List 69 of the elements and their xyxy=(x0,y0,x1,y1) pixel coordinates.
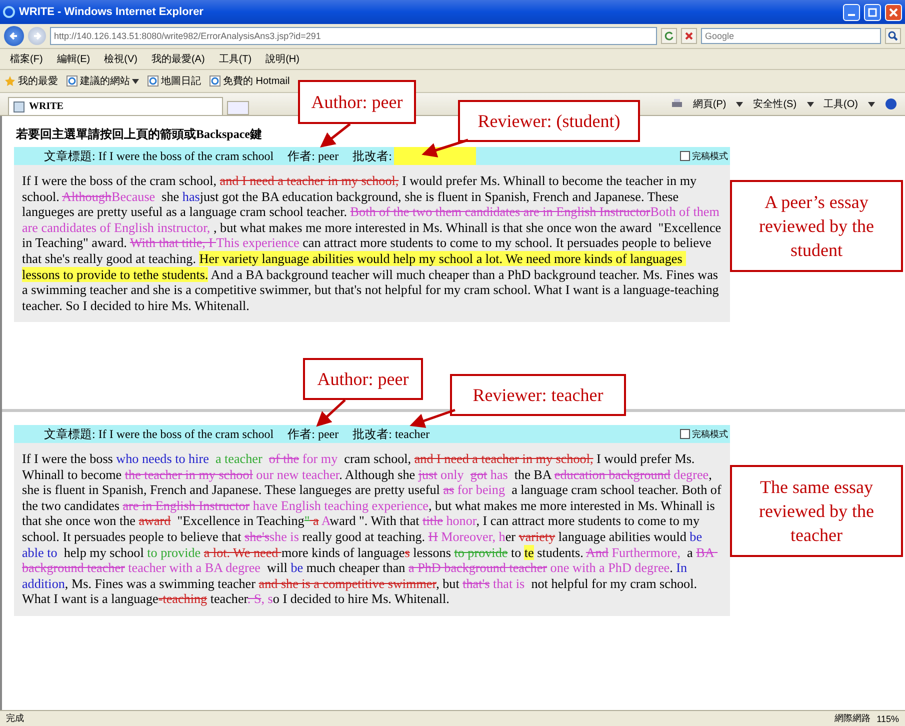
command-menu[interactable]: 網頁(P) xyxy=(692,97,726,111)
maximize-button[interactable] xyxy=(864,4,881,20)
caret-icon[interactable] xyxy=(806,102,814,106)
annotation-callout: Author: peer xyxy=(298,80,416,124)
favorite-link[interactable]: 建議的網站 xyxy=(66,74,139,88)
close-icon xyxy=(684,31,694,41)
annotation-callout: Author: peer xyxy=(303,358,423,400)
star-icon xyxy=(4,75,16,87)
page-icon xyxy=(13,100,25,112)
annotation-arrow xyxy=(410,408,456,428)
zoom-level[interactable]: 115% xyxy=(876,714,899,724)
forward-arrow-icon xyxy=(32,31,42,41)
annotation-callout: A peer’s essay reviewed by the student xyxy=(730,180,903,272)
command-menu[interactable]: 工具(O) xyxy=(824,97,858,111)
menu-item[interactable]: 檢視(V) xyxy=(104,52,138,66)
minimize-icon xyxy=(848,14,855,16)
annotation-arrow xyxy=(422,138,468,158)
maximize-icon xyxy=(868,8,877,16)
annotation-callout: Reviewer: (student) xyxy=(458,100,640,142)
essay-text: If I were the boss who needs to hire a teacher of the for my cram school, and I need a teacher in my school, I would prefer Ms. Whinall to become the teacher in my school our new teacher. Although she just only got has the BA education background degree, she is fluent in Spanish, French and Japanese. These langueges are pretty useful as for being a language cram school teacher. Both of the two candidates are in English Instructor have English teaching experience, but what makes me more interested in Ms. Whinall is that she once won the award "Excellence in Teaching" a Award ". With that title honor, I can attract more students to come to my school. It persuades people to believe that she'sshe is really good at teaching. H Moreover, her variety language abilities would be able to help my school to provide a lot. We need more kinds of languages lessons to provide to te students. And Furthermore, a BA background teacher teacher with a BA degree will be much cheaper than a PhD background teacher one with a PhD degree. In addition, Ms. Fines was a swimming teacher and she is a competitive swimmer, but that's that is not helpful for my cram school. What I want is a language-teaching teacher. S, so I decided to hire Ms. Whitenall. xyxy=(14,443,730,616)
menu-item[interactable]: 工具(T) xyxy=(218,52,252,66)
menu-item[interactable]: 檔案(F) xyxy=(10,52,43,66)
checkbox-label: 完稿模式 xyxy=(692,150,728,162)
favorites-button[interactable]: 我的最愛 xyxy=(4,74,58,88)
favorite-link[interactable]: 免費的 Hotmail xyxy=(209,74,290,88)
checkbox[interactable] xyxy=(680,429,690,439)
author-label: 作者: peer xyxy=(288,426,339,442)
caret-icon[interactable] xyxy=(736,102,744,106)
notice-text: 若要回主選單請按回上頁的箭頭或Backspace鍵 xyxy=(16,126,262,143)
page-icon xyxy=(209,75,221,87)
search-field[interactable]: Google xyxy=(701,28,881,44)
essay-text: If I were the boss of the cram school, and I need a teacher in my school, I would prefer Ms. Whinall to become the teacher in my school. AlthoughBecause she hasjust got the BA education background, she is fluent in Spanish, French and Japanese. These langueges are pretty useful as a language cram school teacher. Both of the two them candidates are in English InstructorBoth of them are candidates of English instructor, , but what makes me more interested in Ms. Whinall is that she once won the award "Excellence in Teaching" award. With that title, I This experience can attract more students to come to my school. It persuades people to believe that she's really good at teaching. Her variety language abilities would help my school a lot. We need more kinds of languages lessons to provide to tethe students. And a BA background teacher will much cheaper than a PhD background teacher. Ms. Fines was a swimming teacher and she is a competitive swimmer, but that's not helpful for my cram school. What I want is a language-teaching teacher. So I decided to hire Ms. Whitenall. xyxy=(14,165,730,322)
browser-tab[interactable]: WRITE xyxy=(8,97,223,115)
annotation-arrow xyxy=(320,123,351,148)
page-icon xyxy=(66,75,78,87)
author-label: 作者: peer xyxy=(288,148,339,164)
address-field[interactable]: http://140.126.143.51:8080/write982/ErrorAnalysisAns3.jsp?id=291 xyxy=(50,27,657,45)
window-title: WRITE - Windows Internet Explorer xyxy=(19,6,204,18)
annotation-arrow xyxy=(316,399,346,427)
essay-title: 文章標題: If I were the boss of the cram school xyxy=(44,148,274,164)
reviewer-label: 批改者: teacher xyxy=(352,426,430,442)
search-button[interactable] xyxy=(885,28,901,44)
menu-item[interactable]: 說明(H) xyxy=(266,52,300,66)
status-text: 完成 xyxy=(6,712,24,725)
checkbox-label: 完稿模式 xyxy=(692,428,728,440)
browser-logo-icon xyxy=(3,6,15,18)
refresh-icon xyxy=(664,31,674,41)
annotation-callout: Reviewer: teacher xyxy=(450,374,626,416)
reviewer-label: 批改者: xyxy=(352,148,392,164)
caret-icon xyxy=(132,78,139,84)
stop-button[interactable] xyxy=(681,28,697,44)
back-arrow-icon xyxy=(9,31,19,41)
favorite-link[interactable]: 地圖日記 xyxy=(147,74,201,88)
menu-item[interactable]: 我的最愛(A) xyxy=(151,52,205,66)
zone-text: 網際網路 xyxy=(834,712,871,725)
close-icon xyxy=(889,8,898,16)
printer-icon[interactable] xyxy=(670,98,683,110)
checkbox[interactable] xyxy=(680,151,690,161)
menu-item[interactable]: 編輯(E) xyxy=(56,52,90,66)
minimize-button[interactable] xyxy=(843,4,860,20)
search-icon xyxy=(888,31,898,41)
caret-icon[interactable] xyxy=(868,102,875,106)
close-button[interactable] xyxy=(885,4,902,20)
essay-title: 文章標題: If I were the boss of the cram school xyxy=(44,426,274,442)
page-icon xyxy=(147,75,159,87)
refresh-button[interactable] xyxy=(661,28,677,44)
annotation-callout: The same essay reviewed by the teacher xyxy=(730,465,903,557)
back-button[interactable] xyxy=(4,26,24,46)
command-menu[interactable]: 安全性(S) xyxy=(753,97,797,111)
